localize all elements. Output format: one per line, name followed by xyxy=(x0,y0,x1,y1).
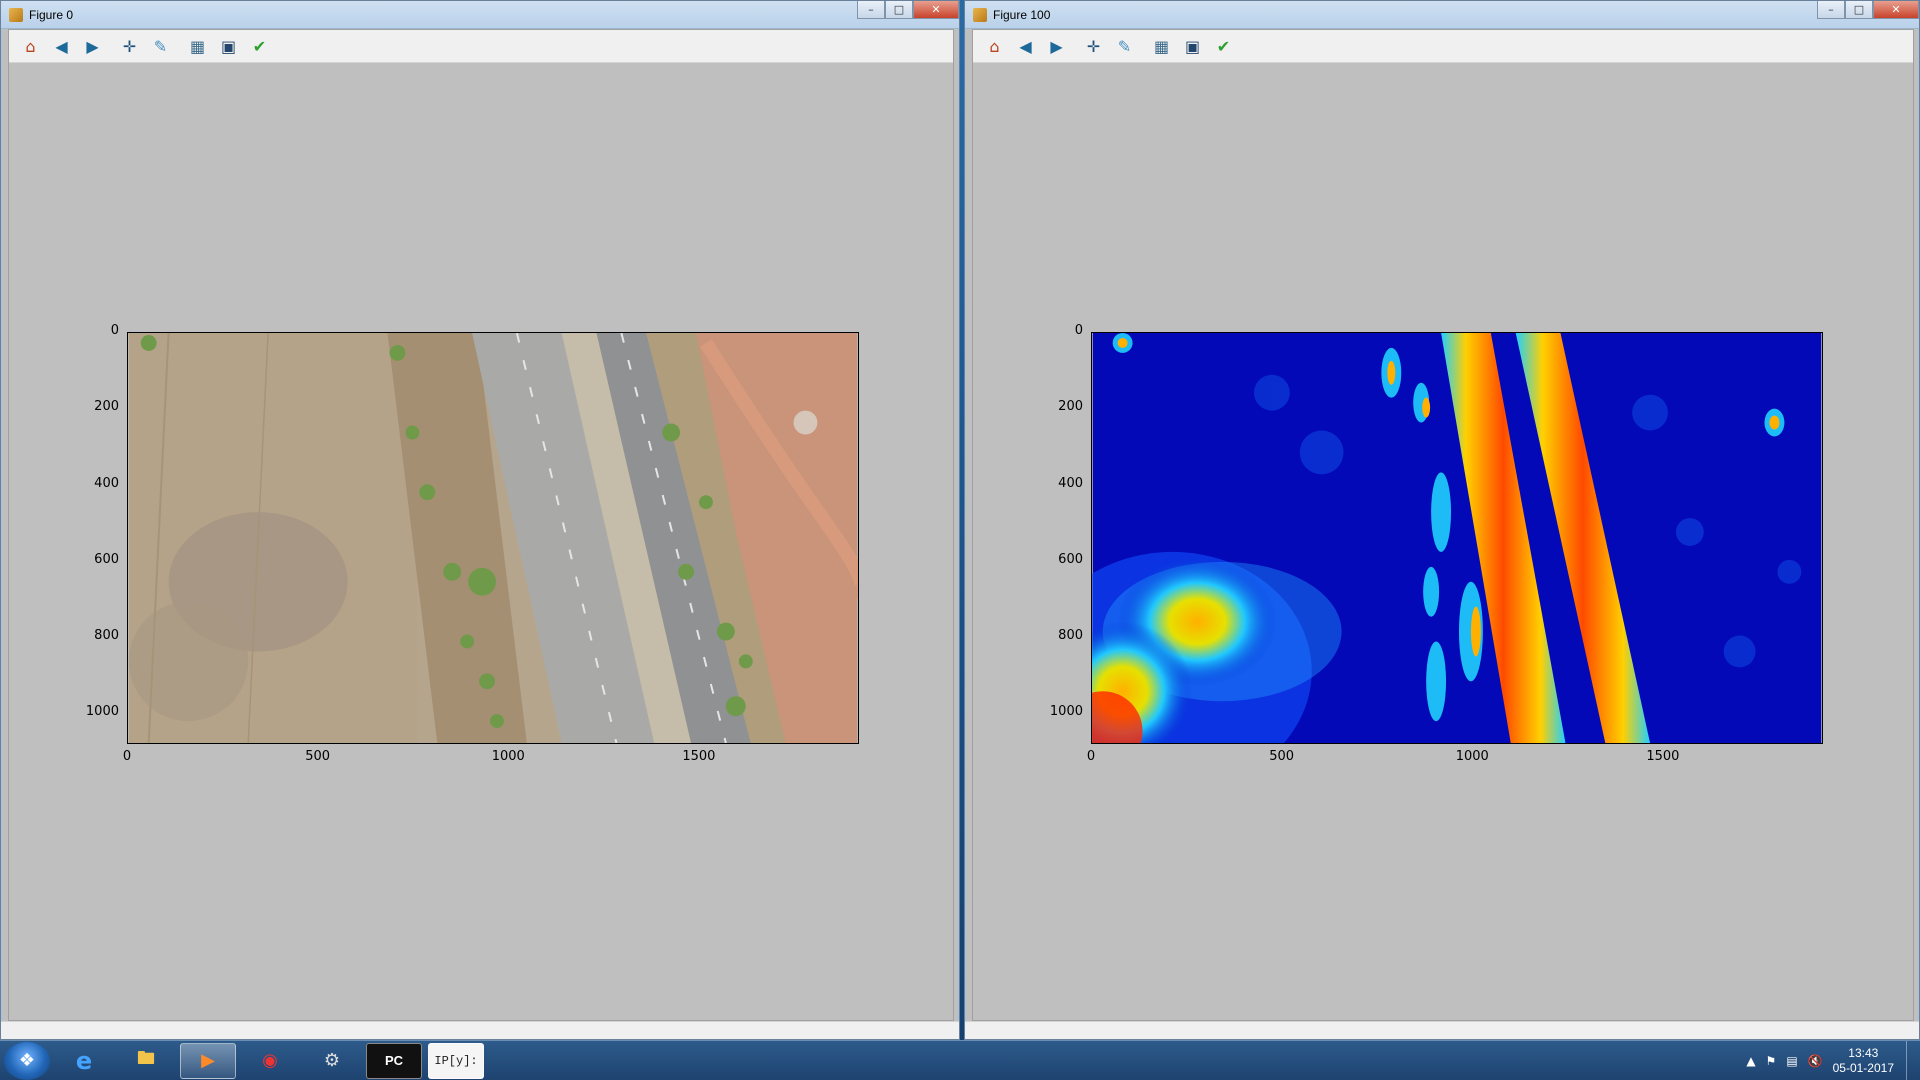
zoom-icon[interactable]: ✎ xyxy=(149,35,172,58)
pan-icon[interactable]: ✛ xyxy=(118,35,141,58)
x-tick-label: 1000 xyxy=(1455,749,1489,764)
title-bar[interactable]: Figure 0 – □ ✕ xyxy=(1,1,959,29)
title-bar[interactable]: Figure 100 – □ ✕ xyxy=(965,1,1919,29)
navigation-toolbar: ⌂ ◀ ▶ ✛ ✎ ▦ ▣ ✔ xyxy=(9,30,953,63)
back-icon[interactable]: ◀ xyxy=(1014,35,1037,58)
window-title: Figure 100 xyxy=(993,7,1051,22)
show-desktop-button[interactable] xyxy=(1906,1040,1920,1080)
figure-window-100[interactable]: Figure 100 – □ ✕ ⌂ ◀ ▶ ✛ ✎ ▦ ▣ ✔ xyxy=(964,0,1920,1040)
y-tick-label: 600 xyxy=(94,551,119,567)
y-tick-label: 1000 xyxy=(1049,704,1083,720)
minimize-button[interactable]: – xyxy=(857,1,885,19)
gimp-icon[interactable]: ⚙ xyxy=(304,1043,360,1079)
network-icon[interactable]: ▤ xyxy=(1786,1054,1797,1068)
save-icon[interactable]: ▣ xyxy=(217,35,240,58)
pycharm-icon[interactable]: PC xyxy=(366,1042,422,1079)
y-tick-label: 1000 xyxy=(85,704,119,720)
matplotlib-icon xyxy=(973,7,987,22)
matplotlib-icon xyxy=(9,7,23,22)
x-tick-label: 0 xyxy=(122,749,132,764)
x-tick-label: 1500 xyxy=(682,749,716,764)
configure-subplots-icon[interactable]: ▦ xyxy=(186,35,209,58)
volume-muted-icon[interactable]: 🔇 xyxy=(1808,1054,1823,1068)
status-bar xyxy=(965,1021,1919,1039)
y-tick-label: 0 xyxy=(110,323,119,338)
ipython-label: IP[y]: xyxy=(434,1053,478,1068)
clock[interactable]: 13:43 05-01-2017 xyxy=(1833,1046,1894,1076)
window-title: Figure 0 xyxy=(29,7,74,22)
file-explorer-icon[interactable]: 🖿 xyxy=(118,1043,174,1079)
internet-explorer-icon[interactable]: e xyxy=(56,1043,112,1079)
aerial-image-axes xyxy=(127,332,859,744)
y-tick-label: 0 xyxy=(1074,323,1083,338)
zoom-icon[interactable]: ✎ xyxy=(1113,35,1136,58)
y-tick-label: 400 xyxy=(94,475,119,491)
figure-canvas: ⌂ ◀ ▶ ✛ ✎ ▦ ▣ ✔ xyxy=(972,29,1914,1021)
clock-date: 05-01-2017 xyxy=(1832,1060,1894,1075)
forward-icon[interactable]: ▶ xyxy=(1045,35,1068,58)
x-tick-label: 1000 xyxy=(491,749,525,764)
status-bar xyxy=(1,1021,959,1039)
y-tick-label: 800 xyxy=(94,628,119,644)
configure-subplots-icon[interactable]: ▦ xyxy=(1150,35,1173,58)
maximize-button[interactable]: □ xyxy=(885,1,913,19)
heatmap-axes xyxy=(1091,332,1823,744)
media-player-icon[interactable]: ▶ xyxy=(180,1042,236,1079)
edit-icon[interactable]: ✔ xyxy=(248,35,271,58)
close-button[interactable]: ✕ xyxy=(1873,1,1919,19)
y-tick-label: 200 xyxy=(1058,399,1083,415)
maximize-button[interactable]: □ xyxy=(1845,1,1873,19)
ipython-icon[interactable]: IP[y]: xyxy=(428,1042,484,1079)
system-tray: ▲ ⚑ ▤ 🔇 13:43 05-01-2017 xyxy=(1746,1046,1906,1076)
save-icon[interactable]: ▣ xyxy=(1181,35,1204,58)
action-center-flag-icon[interactable]: ⚑ xyxy=(1766,1054,1777,1068)
y-tick-label: 800 xyxy=(1058,628,1083,644)
minimize-button[interactable]: – xyxy=(1817,1,1845,19)
x-tick-label: 500 xyxy=(1269,749,1295,764)
taskbar: ❖ e 🖿 ▶ ◉ ⚙ PC IP[y]: ▲ ⚑ ▤ 🔇 13:43 05-0… xyxy=(0,1040,1920,1080)
figure-window-0[interactable]: Figure 0 – □ ✕ ⌂ ◀ ▶ ✛ ✎ ▦ ▣ ✔ xyxy=(0,0,960,1040)
y-tick-label: 400 xyxy=(1058,475,1083,491)
x-tick-label: 1500 xyxy=(1646,749,1680,764)
clock-time: 13:43 xyxy=(1848,1045,1879,1060)
navigation-toolbar: ⌂ ◀ ▶ ✛ ✎ ▦ ▣ ✔ xyxy=(973,30,1913,63)
show-hidden-icons-icon[interactable]: ▲ xyxy=(1746,1054,1755,1068)
y-tick-label: 600 xyxy=(1058,551,1083,567)
edit-icon[interactable]: ✔ xyxy=(1212,35,1235,58)
pycharm-label: PC xyxy=(384,1053,404,1068)
x-tick-label: 500 xyxy=(305,749,331,764)
figure-canvas: ⌂ ◀ ▶ ✛ ✎ ▦ ▣ ✔ xyxy=(8,29,954,1021)
forward-icon[interactable]: ▶ xyxy=(81,35,104,58)
pan-icon[interactable]: ✛ xyxy=(1082,35,1105,58)
back-icon[interactable]: ◀ xyxy=(50,35,73,58)
x-tick-label: 0 xyxy=(1086,749,1096,764)
y-tick-label: 200 xyxy=(94,399,119,415)
chrome-icon[interactable]: ◉ xyxy=(242,1043,298,1079)
start-button[interactable]: ❖ xyxy=(4,1041,50,1080)
home-icon[interactable]: ⌂ xyxy=(19,35,42,58)
home-icon[interactable]: ⌂ xyxy=(983,35,1006,58)
close-button[interactable]: ✕ xyxy=(913,1,959,19)
